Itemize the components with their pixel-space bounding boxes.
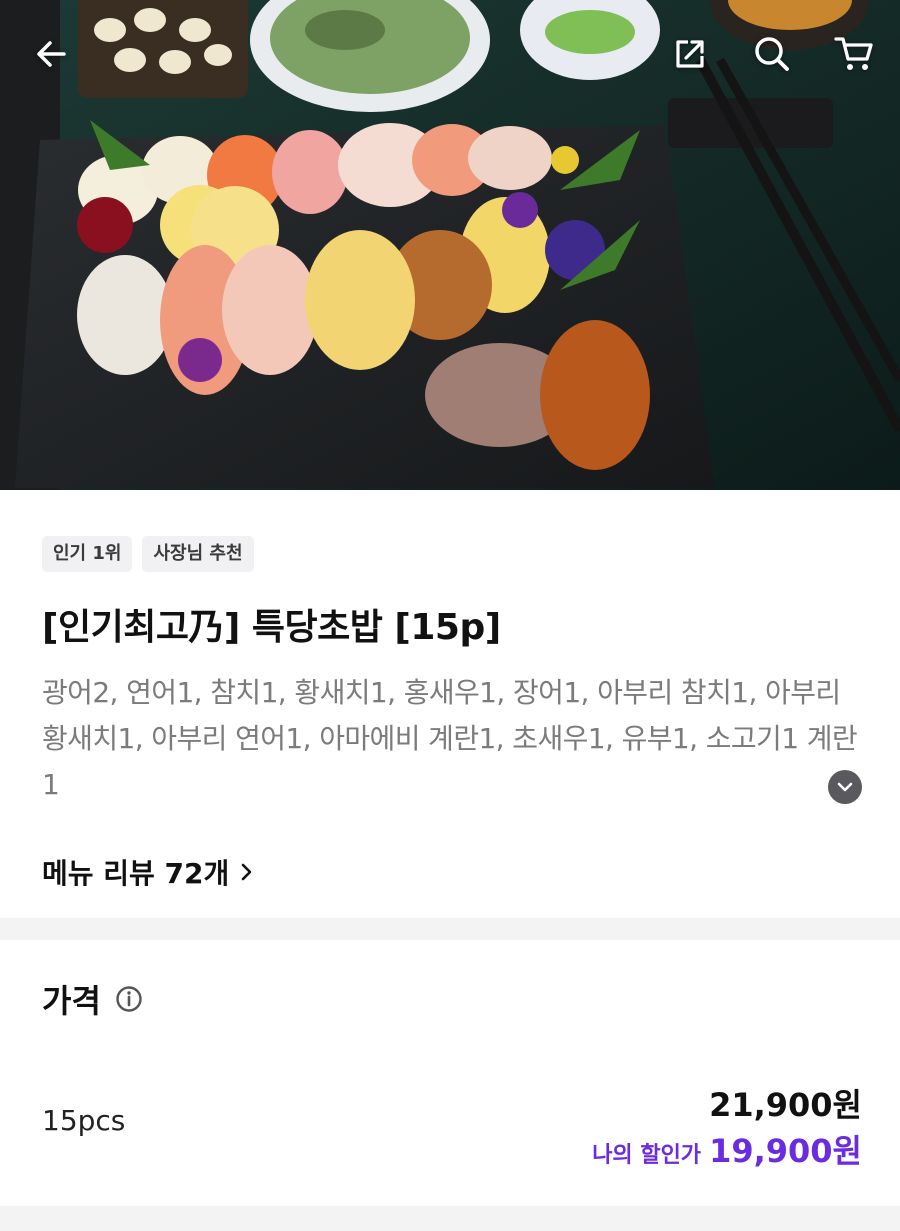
popular-rank-badge: 인기 1위 bbox=[42, 536, 133, 572]
menu-description: 광어2, 연어1, 참치1, 황새치1, 홍새우1, 장어1, 아부리 참치1,… bbox=[42, 676, 858, 801]
price-section: 가격 15pcs 21,900원 나의 할인가 19,900원 bbox=[0, 940, 900, 1206]
menu-photo bbox=[0, 0, 900, 490]
cart-icon bbox=[834, 37, 873, 70]
original-price: 21,900원 bbox=[709, 1086, 862, 1124]
back-arrow-icon bbox=[37, 41, 66, 67]
menu-title: [인기최고乃] 특당초밥 [15p] bbox=[42, 607, 501, 648]
expand-description-button[interactable] bbox=[828, 770, 862, 804]
share-icon bbox=[676, 40, 704, 68]
badge-list: 인기 1위 사장님 추천 bbox=[42, 536, 254, 572]
owner-recommend-badge: 사장님 추천 bbox=[142, 536, 254, 572]
chevron-down-icon bbox=[837, 782, 853, 792]
search-button[interactable] bbox=[746, 28, 798, 80]
discount-price: 19,900원 bbox=[709, 1132, 862, 1170]
discount-label: 나의 할인가 bbox=[592, 1143, 702, 1168]
menu-review-link[interactable]: 메뉴 리뷰 72개 bbox=[42, 852, 253, 892]
back-button[interactable] bbox=[26, 28, 78, 80]
price-option-name: 15pcs bbox=[42, 1104, 126, 1137]
price-title: 가격 bbox=[42, 982, 101, 1020]
menu-info-section: 인기 1위 사장님 추천 [인기최고乃] 특당초밥 [15p] 광어2, 연어1… bbox=[0, 490, 900, 918]
info-icon[interactable] bbox=[115, 985, 143, 1013]
chevron-right-icon bbox=[241, 863, 252, 881]
discount-price-row: 나의 할인가 19,900원 bbox=[592, 1126, 862, 1172]
search-icon bbox=[755, 37, 789, 71]
cart-button[interactable] bbox=[828, 28, 880, 80]
share-button[interactable] bbox=[664, 28, 716, 80]
menu-review-label: 메뉴 리뷰 72개 bbox=[42, 857, 230, 890]
price-header: 가격 bbox=[42, 976, 143, 1022]
